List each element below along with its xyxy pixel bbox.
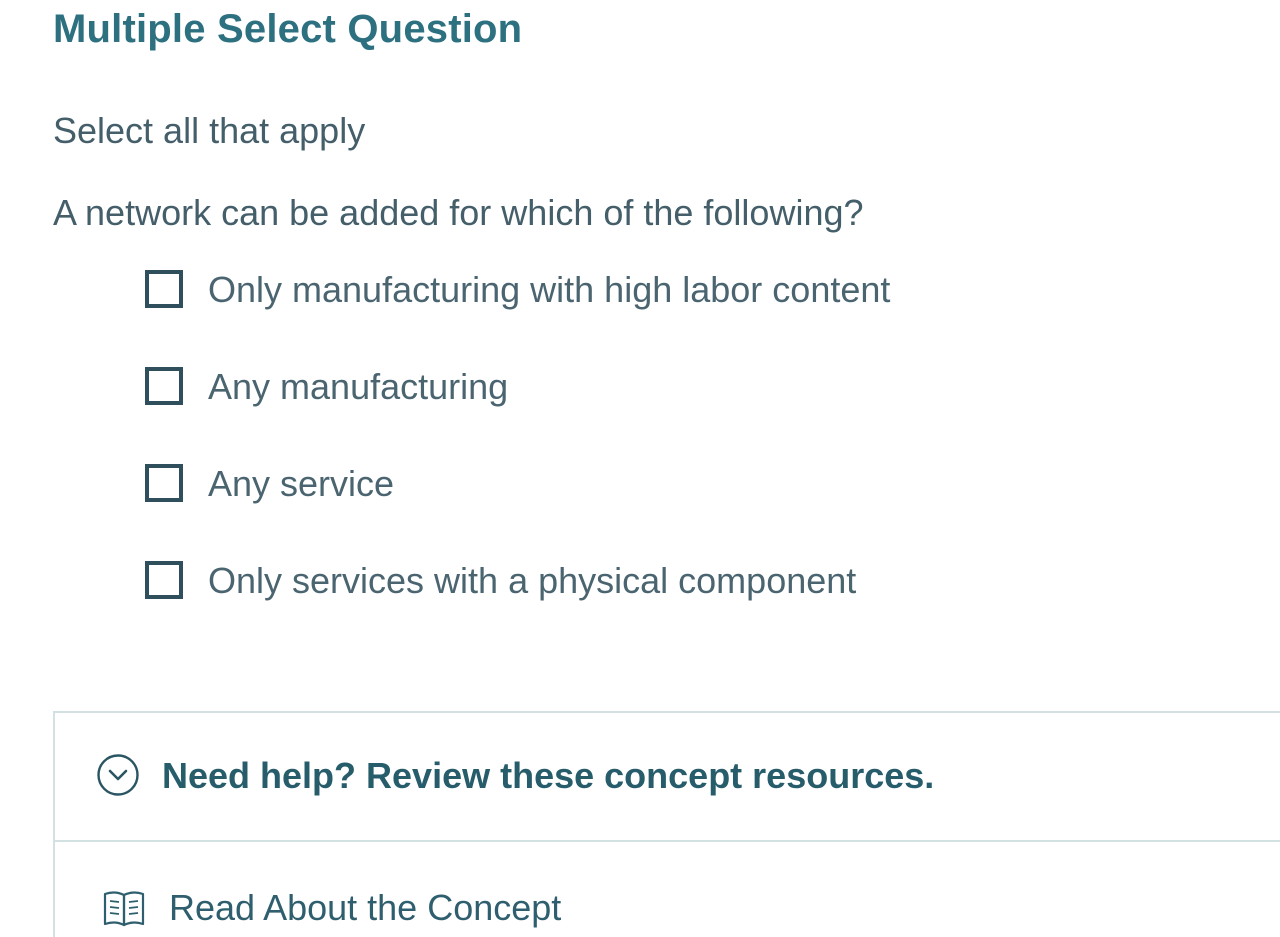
option-label[interactable]: Only manufacturing with high labor conte… bbox=[208, 267, 890, 313]
chevron-down-circle-icon[interactable] bbox=[97, 754, 139, 796]
read-about-concept-label[interactable]: Read About the Concept bbox=[169, 885, 561, 931]
option-label[interactable]: Any manufacturing bbox=[208, 364, 508, 410]
option-label[interactable]: Any service bbox=[208, 461, 394, 507]
question-prompt: A network can be added for which of the … bbox=[53, 192, 864, 233]
checkbox[interactable] bbox=[145, 464, 183, 502]
resources-header-label[interactable]: Need help? Review these concept resource… bbox=[162, 753, 934, 799]
option-label[interactable]: Only services with a physical component bbox=[208, 558, 856, 604]
concept-resources-panel: Need help? Review these concept resource… bbox=[53, 711, 1280, 937]
book-icon bbox=[103, 891, 145, 927]
checkbox[interactable] bbox=[145, 270, 183, 308]
read-about-concept-link[interactable]: Read About the Concept bbox=[55, 842, 1280, 937]
checkbox[interactable] bbox=[145, 367, 183, 405]
checkbox[interactable] bbox=[145, 561, 183, 599]
resources-toggle-button[interactable]: Need help? Review these concept resource… bbox=[55, 713, 1280, 842]
instruction-text: Select all that apply bbox=[53, 110, 366, 151]
question-type-title: Multiple Select Question bbox=[53, 7, 523, 51]
